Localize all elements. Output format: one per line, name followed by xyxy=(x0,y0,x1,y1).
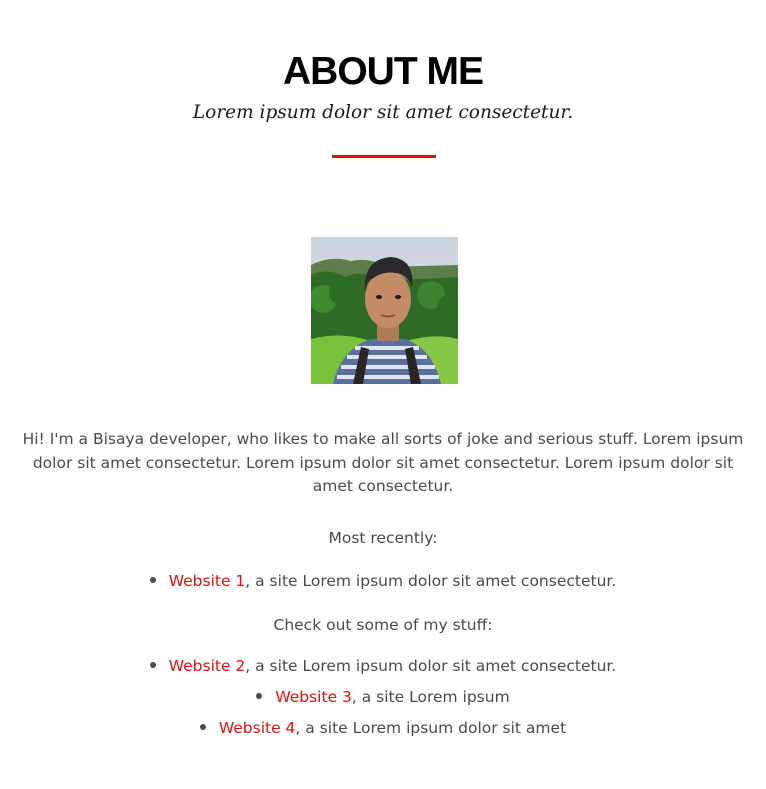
website-2-link[interactable]: Website 2 xyxy=(169,657,246,675)
list-item-description: , a site Lorem ipsum dolor sit amet xyxy=(295,719,567,737)
website-1-link[interactable]: Website 1 xyxy=(169,572,246,590)
stuff-label: Check out some of my stuff: xyxy=(273,616,493,634)
page-header: ABOUT ME Lorem ipsum dolor sit amet cons… xyxy=(0,48,766,126)
list-item-description: , a site Lorem ipsum dolor sit amet cons… xyxy=(245,657,617,675)
bullet-icon xyxy=(149,576,156,583)
page-subtitle: Lorem ipsum dolor sit amet consectetur. xyxy=(192,102,574,123)
bullet-icon xyxy=(256,692,263,699)
recent-label: Most recently: xyxy=(328,529,438,547)
list-item: Website 1, a site Lorem ipsum dolor sit … xyxy=(0,566,766,597)
profile-photo xyxy=(311,237,458,384)
website-3-link[interactable]: Website 3 xyxy=(275,688,352,706)
title-divider xyxy=(332,155,436,158)
recent-list: Website 1, a site Lorem ipsum dolor sit … xyxy=(0,566,766,597)
list-item: Website 2, a site Lorem ipsum dolor sit … xyxy=(0,651,766,682)
bio-text: Hi! I'm a Bisaya developer, who likes to… xyxy=(22,430,744,495)
list-item: Website 4, a site Lorem ipsum dolor sit … xyxy=(0,713,766,744)
list-item: Website 3, a site Lorem ipsum xyxy=(0,682,766,713)
bullet-icon xyxy=(149,661,156,668)
bullet-icon xyxy=(199,723,206,730)
stuff-list: Website 2, a site Lorem ipsum dolor sit … xyxy=(0,651,766,744)
website-4-link[interactable]: Website 4 xyxy=(219,719,296,737)
page-title: ABOUT ME xyxy=(283,50,484,93)
list-item-description: , a site Lorem ipsum xyxy=(351,688,510,706)
list-item-description: , a site Lorem ipsum dolor sit amet cons… xyxy=(245,572,617,590)
